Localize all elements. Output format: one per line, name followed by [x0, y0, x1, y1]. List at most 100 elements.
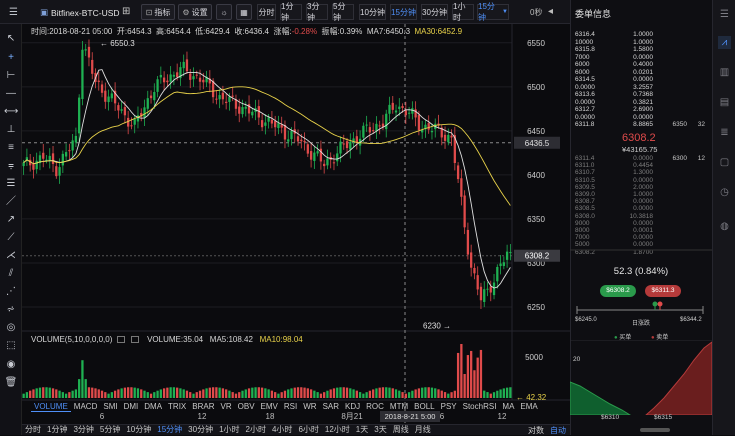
shape-icon[interactable]: ⬚ — [4, 339, 18, 353]
indicator-tab-obv[interactable]: OBV — [235, 402, 258, 412]
volume-bar — [296, 387, 300, 398]
fan-icon[interactable]: ⋰ — [4, 285, 18, 299]
extended-line-icon[interactable]: ⟷ — [4, 105, 18, 119]
auto-scale-toggle[interactable]: 自动 — [550, 426, 566, 435]
volume-tick: 5000 — [525, 353, 543, 362]
bottom-period-tab[interactable]: 6小时 — [295, 425, 321, 435]
list-icon[interactable]: ≣ — [718, 126, 731, 139]
indicator-tab-emv[interactable]: EMV — [258, 402, 281, 412]
settings-button[interactable]: ⚙ 设置 — [178, 4, 212, 20]
bottom-period-tab[interactable]: 1天 — [353, 425, 371, 435]
period-tab-30min[interactable]: 30分钟 — [421, 4, 448, 20]
parallel-lines-icon[interactable]: ⩦ — [4, 159, 18, 173]
indicator-tab-roc[interactable]: ROC — [363, 402, 387, 412]
bottom-period-tab[interactable]: 1小时 — [216, 425, 242, 435]
symbol-selector[interactable]: ▣ Bitfinex-BTC-USD — [40, 5, 135, 20]
bottom-period-tab[interactable]: 1分钟 — [44, 425, 70, 435]
candle-body — [68, 150, 71, 152]
bottom-period-tab[interactable]: 10分钟 — [123, 425, 154, 435]
document-icon[interactable]: ▢ — [718, 156, 731, 169]
eye-icon[interactable]: ◉ — [4, 358, 18, 372]
trend-line-icon[interactable]: ／ — [4, 195, 18, 209]
period-tab-1h[interactable]: 1小时 — [452, 2, 474, 22]
log-scale-toggle[interactable]: 对数 — [528, 426, 544, 435]
globe-icon[interactable]: ◍ — [718, 220, 731, 233]
volume-bar — [300, 387, 303, 398]
arrow-line-icon[interactable]: ↗ — [4, 213, 18, 227]
indicator-tab-wr[interactable]: WR — [300, 402, 319, 412]
bar-chart-icon[interactable]: ▥ — [718, 66, 731, 79]
kline-icon[interactable]: ⩘ — [718, 36, 731, 49]
indicator-tab-macd[interactable]: MACD — [71, 402, 101, 412]
gann-icon[interactable]: ⫽ — [4, 267, 18, 281]
candle-body — [290, 131, 293, 140]
cursor-icon[interactable]: ↖ — [4, 32, 18, 46]
indicator-tab-boll[interactable]: BOLL — [411, 402, 437, 412]
indicator-tab-dma[interactable]: DMA — [141, 402, 165, 412]
indicator-tab-trix[interactable]: TRIX — [165, 402, 189, 412]
bottom-period-tab[interactable]: 4小时 — [269, 425, 295, 435]
period-tab-10min[interactable]: 10分钟 — [359, 4, 386, 20]
close-icon[interactable] — [130, 336, 139, 344]
pitchfork-icon[interactable]: ⋌ — [4, 249, 18, 263]
draw-toggle[interactable]: ▦ — [236, 4, 252, 20]
segment-icon[interactable]: ⟋ — [4, 231, 18, 245]
menu-icon[interactable]: ☰ — [718, 8, 731, 21]
bottom-period-tab[interactable]: 周线 — [390, 425, 412, 435]
hamburger-menu-icon[interactable]: ☰ — [9, 7, 18, 18]
bottom-period-tab[interactable]: 3分钟 — [70, 425, 96, 435]
volume-bar — [35, 388, 38, 398]
crosshair-icon[interactable]: + — [4, 51, 18, 65]
period-tab-3min[interactable]: 3分钟 — [306, 2, 328, 22]
period-tab-timeline[interactable]: 分时 — [257, 4, 276, 20]
volume-bar — [342, 387, 345, 398]
buy-price-button[interactable]: $6308.2 — [600, 285, 636, 297]
channel-icon[interactable]: ≡ — [4, 141, 18, 155]
bottom-period-tab[interactable]: 12小时 — [322, 425, 353, 435]
hline-icon[interactable]: ⊢ — [4, 69, 18, 83]
indicator-tab-mtm[interactable]: MTM — [387, 402, 411, 412]
period-dropdown[interactable]: 15分钟 ▼ — [477, 2, 509, 22]
bottom-period-tab[interactable]: 15分钟 — [154, 425, 185, 435]
fullscreen-icon[interactable]: ⊞ — [122, 6, 130, 17]
bottom-period-tab[interactable]: 3天 — [371, 425, 389, 435]
bottom-period-tab[interactable]: 月线 — [412, 425, 434, 435]
vline-icon[interactable]: ⊥ — [4, 123, 18, 137]
timer-icon[interactable]: ◷ — [718, 186, 731, 199]
bottom-period-tab[interactable]: 30分钟 — [185, 425, 216, 435]
indicator-tab-ma[interactable]: MA — [499, 402, 517, 412]
indicator-tab-sar[interactable]: SAR — [320, 402, 342, 412]
period-tab-1min[interactable]: 1分钟 — [280, 2, 302, 22]
indicator-tab-dmi[interactable]: DMI — [121, 402, 142, 412]
image-icon[interactable]: ▤ — [718, 96, 731, 109]
bottom-period-tab[interactable]: 2小时 — [243, 425, 269, 435]
indicator-tab-brar[interactable]: BRAR — [189, 402, 217, 412]
indicator-tab-ema[interactable]: EMA — [517, 402, 540, 412]
bottom-period-tab[interactable]: 5分钟 — [97, 425, 123, 435]
indicator-tab-psy[interactable]: PSY — [438, 402, 460, 412]
volume-bar — [283, 390, 287, 398]
period-tab-15min[interactable]: 15分钟 — [390, 4, 417, 20]
sell-price-button[interactable]: $6311.3 — [645, 285, 681, 297]
bottom-period-tab[interactable]: 分时 — [22, 425, 44, 435]
indicator-tab-rsi[interactable]: RSI — [281, 402, 300, 412]
theme-toggle[interactable]: ☼ — [216, 4, 232, 20]
ma30-line — [23, 86, 511, 206]
indicator-tab-stochrsi[interactable]: StochRSI — [460, 402, 500, 412]
settings-icon[interactable] — [116, 336, 125, 344]
fib-icon[interactable]: ☰ — [4, 177, 18, 191]
collapse-icon[interactable]: ◂ — [548, 6, 553, 17]
ray-icon[interactable]: — — [4, 87, 18, 101]
fib-fan-icon[interactable]: ⩫ — [4, 303, 18, 317]
indicator-button[interactable]: ⊡ 指标 — [141, 4, 175, 20]
circle-icon[interactable]: ◎ — [4, 321, 18, 335]
indicator-tab-volume[interactable]: VOLUME — [31, 402, 71, 412]
indicator-tab-kdj[interactable]: KDJ — [342, 402, 363, 412]
indicator-tab-smi[interactable]: SMI — [100, 402, 120, 412]
indicator-tab-vr[interactable]: VR — [218, 402, 235, 412]
scroll-handle[interactable] — [640, 428, 670, 432]
period-tab-5min[interactable]: 5分钟 — [332, 2, 354, 22]
kline-chart[interactable]: 65506500645064006350630062506436.5← 6550… — [22, 24, 570, 424]
trash-icon[interactable]: 🗑 — [4, 376, 18, 390]
ask-row[interactable]: 6311.8 8.8865 6350 32 — [575, 121, 707, 129]
